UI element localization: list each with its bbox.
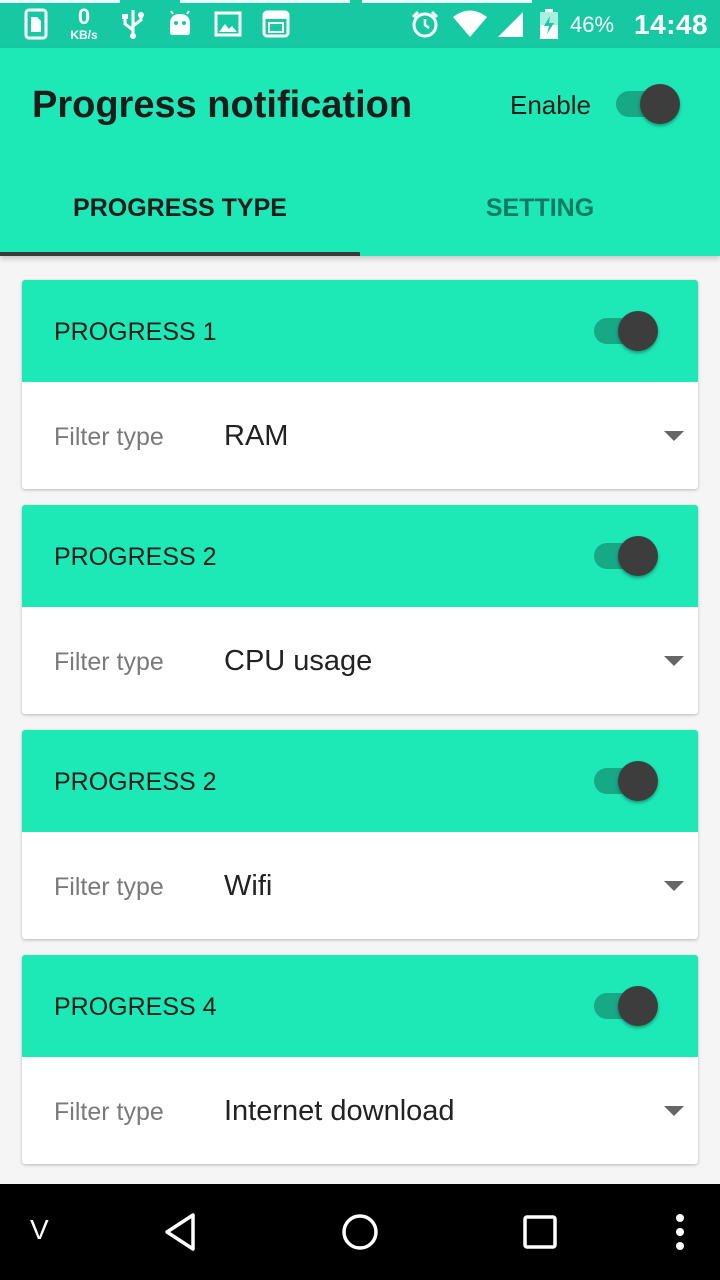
home-icon[interactable]	[320, 1184, 400, 1280]
filter-type-select[interactable]: Wifi	[224, 870, 272, 903]
enable-toggle[interactable]	[616, 82, 682, 126]
battery-icon	[536, 0, 562, 48]
card-header: PROGRESS 2	[22, 730, 698, 832]
filter-label: Filter type	[54, 648, 164, 676]
progress-toggle[interactable]	[594, 984, 660, 1028]
chevron-down-icon[interactable]	[664, 656, 684, 666]
status-bar-progress-strip	[0, 0, 120, 3]
net-speed-value: 0	[77, 4, 91, 29]
progress-card: PROGRESS 4 Filter type Internet download	[22, 955, 698, 1164]
net-speed-unit: KB/s	[70, 28, 98, 42]
filter-row[interactable]: Filter type Wifi	[22, 832, 698, 939]
tab-setting[interactable]: SETTING	[360, 160, 720, 256]
filter-label: Filter type	[54, 423, 164, 451]
progress-card: PROGRESS 2 Filter type CPU usage	[22, 505, 698, 714]
filter-type-select[interactable]: CPU usage	[224, 645, 372, 678]
toggle-thumb	[618, 311, 658, 351]
alarm-icon	[408, 0, 442, 48]
page-title: Progress notification	[32, 84, 413, 126]
enable-label: Enable	[510, 90, 591, 120]
card-header: PROGRESS 4	[22, 955, 698, 1057]
toggle-thumb	[618, 761, 658, 801]
card-title: PROGRESS 2	[54, 768, 217, 796]
status-bar: 0 KB/s 46% 14:48	[0, 0, 720, 48]
filter-row[interactable]: Filter type CPU usage	[22, 607, 698, 714]
chevron-down-icon[interactable]	[664, 1106, 684, 1116]
filter-label: Filter type	[54, 1098, 164, 1126]
back-icon[interactable]	[140, 1184, 220, 1280]
app-bar: Progress notification Enable PROGRESS TY…	[0, 48, 720, 256]
signal-icon	[494, 0, 526, 48]
net-speed: 0 KB/s	[62, 4, 106, 42]
android-icon	[164, 0, 196, 48]
chevron-down-icon[interactable]	[664, 881, 684, 891]
progress-card: PROGRESS 2 Filter type Wifi	[22, 730, 698, 939]
wifi-icon	[450, 0, 490, 48]
toggle-thumb	[618, 986, 658, 1026]
clock-time: 14:48	[634, 9, 709, 40]
progress-card: PROGRESS 1 Filter type RAM	[22, 280, 698, 489]
sim-icon	[22, 0, 50, 48]
card-title: PROGRESS 2	[54, 543, 217, 571]
filter-row[interactable]: Filter type RAM	[22, 382, 698, 489]
recents-icon[interactable]	[500, 1184, 580, 1280]
battery-percent: 46%	[570, 12, 615, 37]
usb-icon	[118, 0, 148, 48]
progress-toggle[interactable]	[594, 759, 660, 803]
toggle-thumb	[618, 536, 658, 576]
filter-type-select[interactable]: RAM	[224, 420, 288, 453]
filter-label: Filter type	[54, 873, 164, 901]
tab-indicator	[0, 252, 360, 256]
card-header: PROGRESS 1	[22, 280, 698, 382]
toggle-thumb	[640, 84, 680, 124]
nav-collapse-label[interactable]: V	[30, 1214, 49, 1246]
navigation-bar: V	[0, 1184, 720, 1280]
card-title: PROGRESS 1	[54, 318, 217, 346]
window-icon	[258, 0, 294, 48]
chevron-down-icon[interactable]	[664, 431, 684, 441]
image-icon	[212, 0, 244, 48]
filter-row[interactable]: Filter type Internet download	[22, 1057, 698, 1164]
progress-toggle[interactable]	[594, 309, 660, 353]
tab-progress-type[interactable]: PROGRESS TYPE	[0, 160, 360, 256]
more-icon[interactable]	[660, 1184, 700, 1280]
card-header: PROGRESS 2	[22, 505, 698, 607]
progress-toggle[interactable]	[594, 534, 660, 578]
filter-type-select[interactable]: Internet download	[224, 1095, 455, 1128]
card-title: PROGRESS 4	[54, 993, 217, 1021]
